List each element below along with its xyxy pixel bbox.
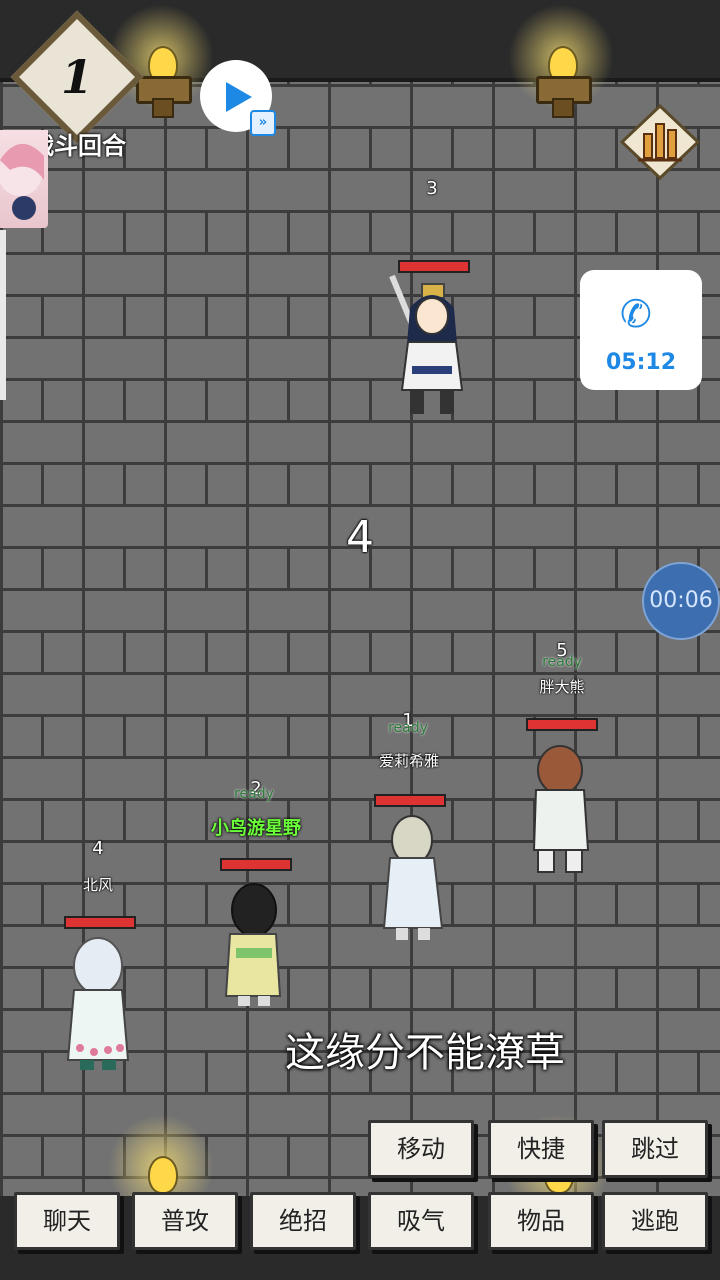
- move-button[interactable]: 移动: [368, 1120, 474, 1178]
- quick-button[interactable]: 快捷: [488, 1120, 594, 1178]
- flee-button[interactable]: 逃跑: [602, 1192, 708, 1250]
- party-name: 胖大熊: [539, 678, 585, 696]
- video-subtitle: 这缘分不能潦草: [285, 1030, 565, 1076]
- fast-forward-icon[interactable]: »: [250, 110, 276, 136]
- bar-chart-icon[interactable]: [620, 104, 700, 180]
- party-character[interactable]: [216, 878, 290, 1008]
- party-hp-bar: [64, 916, 136, 929]
- party-name: 爱莉希雅: [378, 752, 439, 770]
- party-character[interactable]: [62, 936, 136, 1072]
- party-name-highlighted: 小鸟游星野: [211, 818, 301, 839]
- party-status: ready: [542, 654, 582, 670]
- items-button[interactable]: 物品: [488, 1192, 594, 1250]
- party-order: 4: [92, 838, 104, 859]
- play-icon: [226, 82, 252, 112]
- party-hp-bar: [526, 718, 598, 731]
- attack-button[interactable]: 普攻: [132, 1192, 238, 1250]
- party-hp-bar: [220, 858, 292, 871]
- call-overlay[interactable]: ✆ 05:12: [580, 270, 702, 390]
- call-time: 05:12: [605, 350, 677, 375]
- party-character[interactable]: [376, 810, 450, 940]
- skip-button[interactable]: 跳过: [602, 1120, 708, 1178]
- torch-icon: [504, 0, 618, 118]
- turn-countdown: 4: [346, 512, 374, 563]
- record-timer[interactable]: 00:06: [642, 562, 720, 640]
- party-character[interactable]: [522, 740, 600, 874]
- side-panel-edge[interactable]: [0, 230, 6, 400]
- party-name: 北风: [82, 876, 113, 894]
- phone-icon: ✆: [620, 292, 652, 336]
- floating-avatar[interactable]: [0, 130, 48, 228]
- party-status: ready: [388, 720, 428, 736]
- enemy-swordsman[interactable]: [382, 272, 482, 420]
- brick-wall-offset: [0, 42, 720, 1280]
- chat-button[interactable]: 聊天: [14, 1192, 120, 1250]
- breathe-button[interactable]: 吸气: [368, 1192, 474, 1250]
- enemy-order: 3: [426, 178, 438, 199]
- party-status: ready: [234, 786, 274, 802]
- round-number: 1: [60, 50, 93, 104]
- party-hp-bar: [374, 794, 446, 807]
- ultimate-button[interactable]: 绝招: [250, 1192, 356, 1250]
